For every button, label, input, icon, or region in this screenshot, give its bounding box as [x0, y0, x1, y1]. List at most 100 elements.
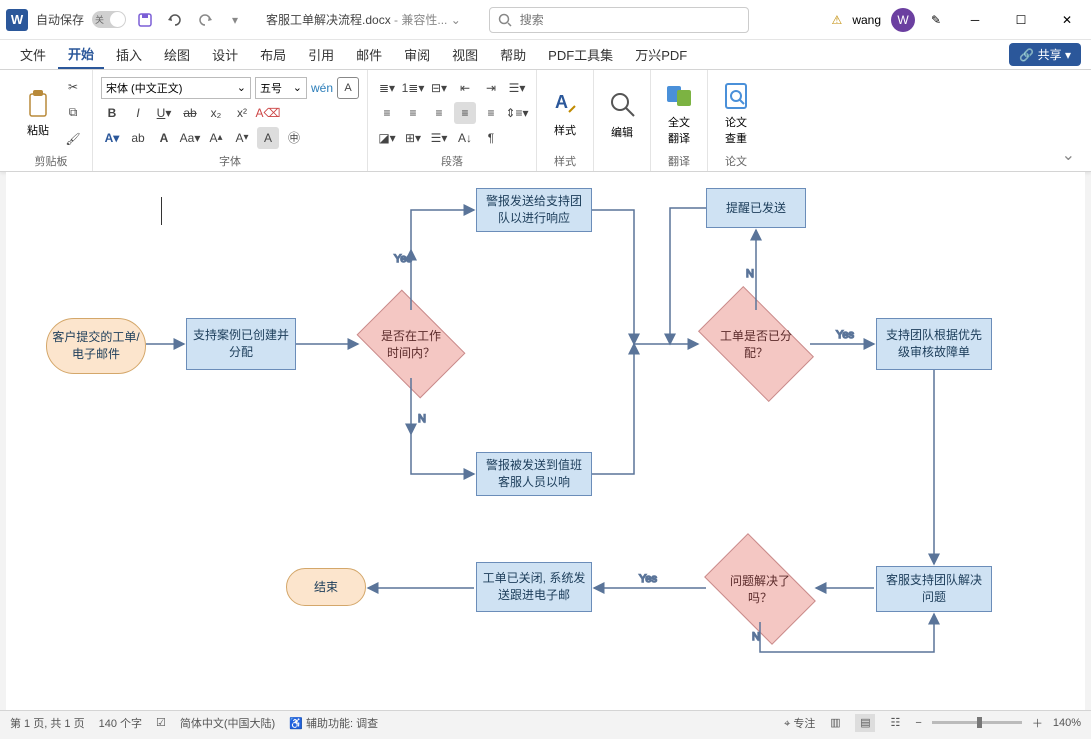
- status-wordcount[interactable]: 140 个字: [99, 715, 142, 731]
- view-read[interactable]: ▥: [825, 714, 845, 732]
- highlight-color[interactable]: ab: [127, 127, 149, 149]
- italic-button[interactable]: I: [127, 102, 149, 124]
- document-canvas[interactable]: 客户提交的工单/电子邮件 支持案例已创建并分配 是否在工作时间内？ 警报发送给支…: [6, 172, 1085, 710]
- search-icon: [498, 13, 512, 27]
- format-painter-button[interactable]: 🖌: [62, 128, 84, 150]
- asian-layout-2[interactable]: ☰▾: [428, 127, 450, 149]
- font-name-dropdown[interactable]: 宋体 (中文正文)⌄: [101, 77, 251, 99]
- text-effects[interactable]: A▾: [101, 127, 123, 149]
- pen-icon[interactable]: ✎: [925, 9, 947, 31]
- zoom-slider[interactable]: [932, 721, 1022, 724]
- node-end[interactable]: 结束: [286, 568, 366, 606]
- node-solved-q[interactable]: 问题解决了吗？: [712, 558, 808, 620]
- translate-button[interactable]: 全文 翻译: [659, 78, 699, 148]
- sort-button[interactable]: A↓: [454, 127, 476, 149]
- status-accessibility[interactable]: ♿ 辅助功能: 调查: [289, 715, 378, 731]
- strikethrough-button[interactable]: ab: [179, 102, 201, 124]
- thesis-check-button[interactable]: 论文 查重: [716, 78, 756, 148]
- node-resolve[interactable]: 客服支持团队解决问题: [876, 566, 992, 612]
- close-button[interactable]: ✕: [1049, 6, 1085, 34]
- font-color[interactable]: A: [153, 127, 175, 149]
- styles-button[interactable]: A 样式: [545, 86, 585, 140]
- node-alert-team[interactable]: 警报发送给支持团队以进行响应: [476, 188, 592, 232]
- align-left[interactable]: ≡: [376, 102, 398, 124]
- copy-button[interactable]: ⧉: [62, 102, 84, 124]
- node-alert-oncall[interactable]: 警报被发送到值班客服人员以响: [476, 452, 592, 496]
- status-proofing-icon[interactable]: ☑: [156, 716, 166, 729]
- char-shading[interactable]: Aa▾: [179, 127, 201, 149]
- enclosed-char[interactable]: A: [257, 127, 279, 149]
- qat-customize[interactable]: ▾: [224, 9, 246, 31]
- circled-char[interactable]: ㊥: [283, 127, 305, 149]
- view-web[interactable]: ☷: [885, 714, 905, 732]
- node-review-priority[interactable]: 支持团队根据优先级审核故障单: [876, 318, 992, 370]
- tab-layout[interactable]: 布局: [250, 41, 296, 68]
- node-reminder[interactable]: 提醒已发送: [706, 188, 806, 228]
- search-input[interactable]: [518, 12, 740, 28]
- tab-wanxing-pdf[interactable]: 万兴PDF: [625, 41, 697, 68]
- status-page[interactable]: 第 1 页, 共 1 页: [10, 715, 85, 731]
- font-size-dropdown[interactable]: 五号⌄: [255, 77, 307, 99]
- subscript-button[interactable]: x₂: [205, 102, 227, 124]
- tab-draw[interactable]: 绘图: [154, 41, 200, 68]
- tab-pdf-toolkit[interactable]: PDF工具集: [538, 41, 623, 68]
- shading-button[interactable]: ◪▾: [376, 127, 398, 149]
- zoom-out[interactable]: −: [915, 717, 921, 729]
- clear-formatting[interactable]: A⌫: [257, 102, 279, 124]
- bold-button[interactable]: B: [101, 102, 123, 124]
- node-ticket-closed[interactable]: 工单已关闭, 系统发送跟进电子邮: [476, 562, 592, 612]
- increase-indent[interactable]: ⇥: [480, 77, 502, 99]
- align-right[interactable]: ≡: [428, 102, 450, 124]
- focus-mode[interactable]: ⌖ 专注: [784, 715, 815, 731]
- minimize-button[interactable]: ─: [957, 6, 993, 34]
- redo-button[interactable]: [194, 9, 216, 31]
- zoom-in[interactable]: ＋: [1032, 715, 1043, 731]
- node-assigned-q[interactable]: 工单是否已分配？: [706, 312, 806, 376]
- show-marks[interactable]: ¶: [480, 127, 502, 149]
- asian-layout[interactable]: ☰▾: [506, 77, 528, 99]
- superscript-button[interactable]: x²: [231, 102, 253, 124]
- editing-button[interactable]: 编辑: [602, 88, 642, 142]
- node-case-created[interactable]: 支持案例已创建并分配: [186, 318, 296, 370]
- tab-review[interactable]: 审阅: [394, 41, 440, 68]
- line-spacing[interactable]: ⇕≡▾: [506, 102, 528, 124]
- tab-help[interactable]: 帮助: [490, 41, 536, 68]
- tab-view[interactable]: 视图: [442, 41, 488, 68]
- tab-design[interactable]: 设计: [202, 41, 248, 68]
- undo-button[interactable]: [164, 9, 186, 31]
- title-dropdown[interactable]: ⌄: [451, 13, 461, 27]
- numbering-button[interactable]: 1≣▾: [402, 77, 424, 99]
- bullets-button[interactable]: ≣▾: [376, 77, 398, 99]
- char-border[interactable]: A: [337, 77, 359, 99]
- user-avatar[interactable]: W: [891, 8, 915, 32]
- tab-home[interactable]: 开始: [58, 40, 104, 69]
- borders-button[interactable]: ⊞▾: [402, 127, 424, 149]
- search-box[interactable]: [489, 7, 749, 33]
- multilevel-list[interactable]: ⊟▾: [428, 77, 450, 99]
- autosave-toggle[interactable]: 关: [92, 11, 126, 28]
- paste-button[interactable]: 粘贴: [18, 86, 58, 140]
- align-distribute[interactable]: ≡: [480, 102, 502, 124]
- tab-mailings[interactable]: 邮件: [346, 41, 392, 68]
- align-justify[interactable]: ≡: [454, 102, 476, 124]
- zoom-level[interactable]: 140%: [1053, 717, 1081, 729]
- tab-insert[interactable]: 插入: [106, 41, 152, 68]
- shrink-font[interactable]: A▾: [231, 127, 253, 149]
- tab-file[interactable]: 文件: [10, 41, 56, 68]
- decrease-indent[interactable]: ⇤: [454, 77, 476, 99]
- align-center[interactable]: ≡: [402, 102, 424, 124]
- tab-references[interactable]: 引用: [298, 41, 344, 68]
- node-start[interactable]: 客户提交的工单/电子邮件: [46, 318, 146, 374]
- grow-font[interactable]: A▴: [205, 127, 227, 149]
- underline-button[interactable]: U ▾: [153, 102, 175, 124]
- maximize-button[interactable]: ☐: [1003, 6, 1039, 34]
- collapse-ribbon[interactable]: ⌄: [1056, 139, 1081, 171]
- view-print[interactable]: ▤: [855, 714, 875, 732]
- cut-button[interactable]: ✂: [62, 76, 84, 98]
- warning-icon[interactable]: ⚠: [832, 13, 843, 27]
- save-button[interactable]: [134, 9, 156, 31]
- status-language[interactable]: 简体中文(中国大陆): [180, 715, 275, 731]
- share-button[interactable]: 🔗 共享 ▾: [1009, 43, 1081, 66]
- phonetic-guide[interactable]: wén: [311, 77, 333, 99]
- node-in-hours-q[interactable]: 是否在工作时间内？: [366, 312, 456, 376]
